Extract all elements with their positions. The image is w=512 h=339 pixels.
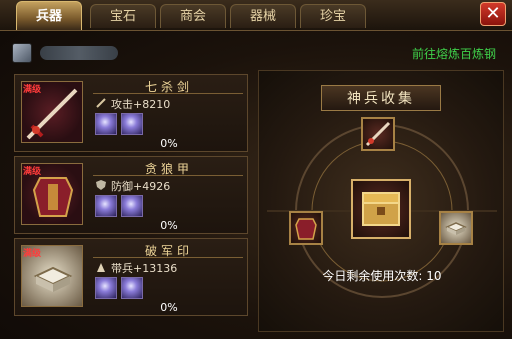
stat-label: 带兵	[111, 262, 133, 275]
gem-slot-1[interactable]	[95, 113, 117, 135]
gem-slot-1[interactable]	[95, 277, 117, 299]
gem-slot-1[interactable]	[95, 195, 117, 217]
max-level-badge: 满级	[23, 85, 42, 95]
uses-label: 今日剩余使用次数:	[322, 269, 423, 283]
gem-slot-2[interactable]	[121, 195, 143, 217]
progress-percent: 0%	[160, 301, 178, 314]
tab-bar: 兵器 宝石 商会 器械 珍宝 ✕	[0, 0, 512, 31]
go-to-smelt-link[interactable]: 前往熔炼百炼钢	[412, 45, 496, 62]
sword-icon	[365, 121, 391, 147]
daily-uses-remaining: 今日剩余使用次数: 10	[259, 267, 505, 284]
tab-gems[interactable]: 宝石	[90, 4, 156, 28]
stat-label: 防御	[111, 180, 133, 193]
seal-thumbnail: 满级	[21, 245, 83, 307]
collection-slot-sword[interactable]	[361, 117, 395, 151]
gem-slot-2[interactable]	[121, 277, 143, 299]
collection-title: 神兵收集	[321, 85, 441, 111]
attack-stat: 攻击+8210	[111, 96, 170, 112]
command-stat: 带兵+13136	[111, 260, 177, 276]
tab-guild[interactable]: 商会	[160, 4, 226, 28]
max-level-badge: 满级	[23, 249, 42, 259]
close-button[interactable]: ✕	[480, 2, 506, 26]
gem-slot-2[interactable]	[121, 113, 143, 135]
blurred-player-name	[40, 46, 118, 60]
seal-icon	[445, 222, 467, 235]
armor-icon	[295, 218, 317, 240]
divider	[93, 93, 243, 94]
stat-value: +4926	[133, 180, 171, 193]
stat-label: 攻击	[111, 98, 133, 111]
divider	[93, 257, 243, 258]
uses-value: 10	[426, 269, 442, 283]
box-icon	[12, 43, 32, 63]
progress-percent: 0%	[160, 219, 178, 232]
close-icon: ✕	[485, 3, 501, 24]
item-card-sword[interactable]: 满级 七杀剑 攻击+8210 0%	[14, 74, 248, 152]
max-level-badge: 满级	[23, 167, 42, 177]
item-card-seal[interactable]: 满级 破军印 带兵+13136 0%	[14, 238, 248, 316]
stat-value: +8210	[133, 98, 171, 111]
tab-weapons[interactable]: 兵器	[16, 1, 82, 30]
troops-icon	[97, 263, 105, 272]
tab-equipment[interactable]: 器械	[230, 4, 296, 28]
divider	[93, 175, 243, 176]
defense-stat: 防御+4926	[111, 178, 170, 194]
sword-thumbnail: 满级	[21, 81, 83, 143]
item-card-armor[interactable]: 满级 贪狼甲 防御+4926 0%	[14, 156, 248, 234]
collection-panel: 神兵收集 今日剩余使用次数: 10	[258, 70, 504, 332]
shield-icon	[96, 180, 106, 190]
treasure-chest-icon	[362, 192, 400, 226]
collection-slot-armor[interactable]	[289, 211, 323, 245]
tab-treasures[interactable]: 珍宝	[300, 4, 366, 28]
sword-icon	[96, 98, 106, 108]
info-bar: 前往熔炼百炼钢	[6, 38, 506, 68]
armor-thumbnail: 满级	[21, 163, 83, 225]
collection-slot-seal[interactable]	[439, 211, 473, 245]
weapon-collection-window: 兵器 宝石 商会 器械 珍宝 ✕ 前往熔炼百炼钢 满级 七杀剑 攻击+8210	[0, 0, 512, 339]
progress-percent: 0%	[160, 137, 178, 150]
stat-value: +13136	[133, 262, 178, 275]
collection-slot-center[interactable]	[351, 179, 411, 239]
